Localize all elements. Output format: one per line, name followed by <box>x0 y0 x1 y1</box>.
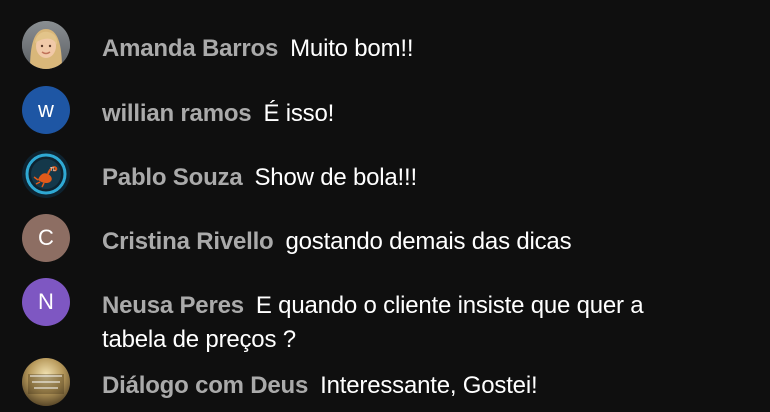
avatar[interactable]: N <box>22 278 70 326</box>
message-body: Diálogo com Deus Interessante, Gostei! <box>102 358 702 403</box>
author-name[interactable]: willian ramos <box>102 100 252 127</box>
chat-message: Diálogo com Deus Interessante, Gostei! <box>22 358 742 406</box>
live-chat-message-list[interactable]: Amanda Barros Muito bom!! W willian ramos… <box>0 0 770 412</box>
avatar-initial: W <box>38 97 54 122</box>
chat-message: Amanda Barros Muito bom!! <box>22 21 742 69</box>
message-text: Show de bola!!! <box>254 164 418 191</box>
message-body: Pablo Souza Show de bola!!! <box>102 150 702 195</box>
message-text: Interessante, Gostei! <box>320 372 538 399</box>
message-text: É isso! <box>263 100 335 127</box>
author-name[interactable]: Neusa Peres <box>102 292 244 319</box>
avatar-initial: N <box>38 289 54 314</box>
scorpion-emblem-icon: TL <box>22 150 70 198</box>
avatar[interactable] <box>22 21 70 69</box>
svg-text:TL: TL <box>49 167 56 173</box>
author-name[interactable]: Amanda Barros <box>102 35 278 62</box>
author-name[interactable]: Pablo Souza <box>102 164 243 191</box>
message-body: willian ramos É isso! <box>102 86 702 131</box>
message-text: gostando demais das dicas <box>285 228 572 255</box>
author-name[interactable]: Cristina Rivello <box>102 228 274 255</box>
author-name[interactable]: Diálogo com Deus <box>102 372 308 399</box>
chat-message: W willian ramos É isso! <box>22 86 742 134</box>
message-body: Neusa Peres E quando o cliente insiste qu… <box>102 278 702 357</box>
message-text: Muito bom!! <box>290 35 414 62</box>
chat-message: C Cristina Rivello gostando demais das di… <box>22 214 742 262</box>
avatar-initial: C <box>38 225 54 250</box>
profile-photo-icon <box>22 21 70 69</box>
avatar[interactable] <box>22 358 70 406</box>
previous-message-fragment <box>107 0 117 3</box>
avatar[interactable]: C <box>22 214 70 262</box>
message-body: Amanda Barros Muito bom!! <box>102 21 702 66</box>
avatar[interactable]: TL <box>22 150 70 198</box>
message-body: Cristina Rivello gostando demais das dica… <box>102 214 702 259</box>
chat-message: N Neusa Peres E quando o cliente insiste … <box>22 278 742 357</box>
dialogo-com-deus-logo-icon <box>22 358 70 406</box>
chat-message: TL Pablo Souza Show de bola!!! <box>22 150 742 198</box>
avatar[interactable]: W <box>22 86 70 134</box>
